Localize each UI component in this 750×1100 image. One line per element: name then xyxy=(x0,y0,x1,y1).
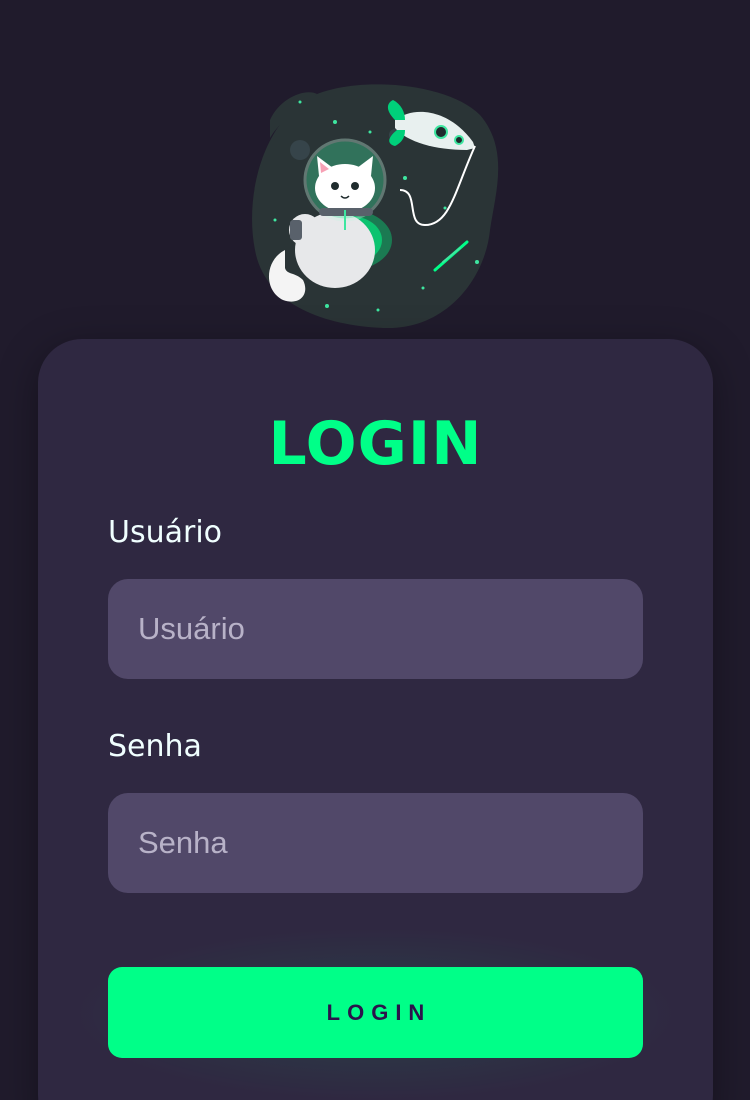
username-label: Usuário xyxy=(108,515,223,550)
password-input[interactable] xyxy=(108,793,643,893)
login-card: LOGIN Usuário Senha LOGIN xyxy=(38,339,713,1100)
astronaut-cat-illustration xyxy=(252,84,499,329)
login-title: LOGIN xyxy=(268,409,483,479)
login-button[interactable]: LOGIN xyxy=(108,967,643,1058)
username-input[interactable] xyxy=(108,579,643,679)
password-label: Senha xyxy=(108,729,202,764)
login-page: LOGIN Usuário Senha LOGIN xyxy=(0,0,750,1100)
